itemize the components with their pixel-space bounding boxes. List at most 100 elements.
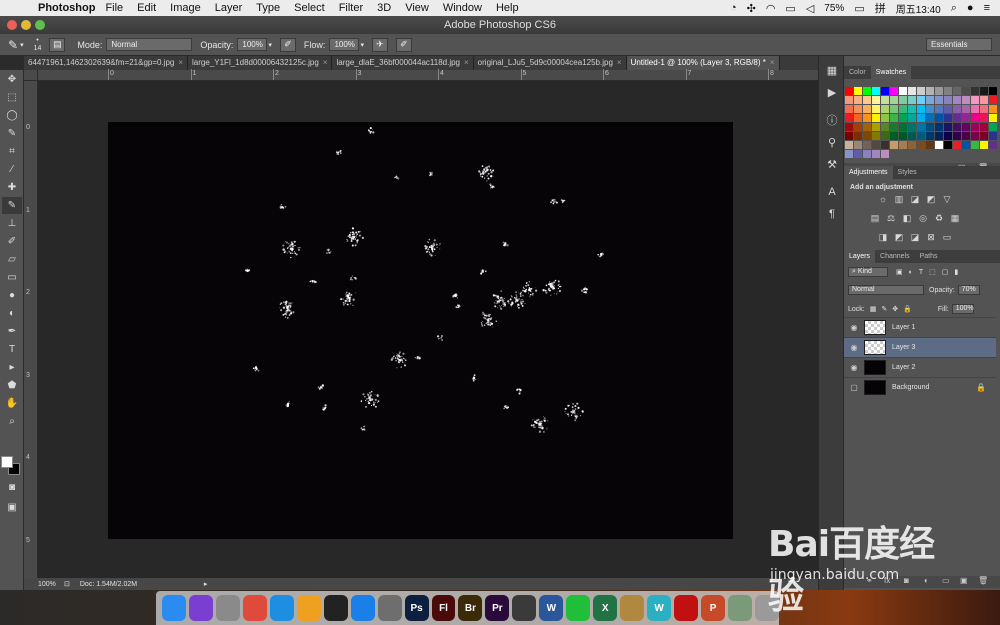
color-swatch[interactable] bbox=[845, 114, 853, 122]
filter-smart-object-icon[interactable]: ▢ bbox=[942, 268, 949, 276]
color-lookup-icon[interactable]: ▦ bbox=[949, 213, 961, 224]
color-swatch[interactable] bbox=[917, 141, 925, 149]
clone-stamp-tool-icon[interactable]: ⊥ bbox=[2, 215, 22, 232]
color-swatch[interactable] bbox=[863, 105, 871, 113]
color-swatch[interactable] bbox=[980, 123, 988, 131]
foreground-color-swatch[interactable] bbox=[1, 456, 13, 468]
trash-icon[interactable] bbox=[755, 595, 779, 621]
pressure-size-button[interactable]: ✐ bbox=[396, 38, 412, 52]
color-swatch[interactable] bbox=[881, 96, 889, 104]
filter-type-icon[interactable]: T bbox=[919, 269, 923, 276]
visibility-eye-icon[interactable]: ◉ bbox=[844, 363, 864, 372]
menu-help[interactable]: Help bbox=[496, 2, 519, 14]
color-swatch[interactable] bbox=[881, 123, 889, 131]
history-icon[interactable]: ▦ bbox=[823, 62, 841, 78]
color-swatch[interactable] bbox=[944, 114, 952, 122]
path-select-tool-icon[interactable]: ▸ bbox=[2, 359, 22, 376]
color-swatch[interactable] bbox=[962, 123, 970, 131]
color-swatch[interactable] bbox=[854, 132, 862, 140]
color-swatch[interactable] bbox=[881, 141, 889, 149]
color-swatch[interactable] bbox=[944, 105, 952, 113]
color-swatch[interactable] bbox=[971, 105, 979, 113]
color-swatch[interactable] bbox=[935, 123, 943, 131]
color-swatch[interactable] bbox=[944, 141, 952, 149]
color-swatch[interactable] bbox=[935, 105, 943, 113]
color-swatch[interactable] bbox=[845, 87, 853, 95]
close-tab-icon[interactable]: × bbox=[464, 56, 469, 70]
color-swatch[interactable] bbox=[908, 96, 916, 104]
menu-view[interactable]: View bbox=[405, 2, 429, 14]
layer-filter-kind[interactable]: ⌕ Kind bbox=[848, 267, 888, 277]
color-swatch[interactable] bbox=[854, 114, 862, 122]
menu-edit[interactable]: Edit bbox=[137, 2, 156, 14]
color-swatch[interactable] bbox=[899, 132, 907, 140]
link-layers-icon[interactable]: ⚭ bbox=[866, 576, 873, 585]
color-swatch[interactable] bbox=[971, 132, 979, 140]
color-swatch[interactable] bbox=[863, 87, 871, 95]
actions-play-icon[interactable]: ▶ bbox=[823, 84, 841, 100]
invert-icon[interactable]: ◨ bbox=[877, 232, 889, 243]
color-swatch[interactable] bbox=[899, 87, 907, 95]
threshold-icon[interactable]: ◪ bbox=[909, 232, 921, 243]
flashplayer-icon[interactable] bbox=[674, 595, 698, 621]
tool-presets-icon[interactable]: ⚒ bbox=[823, 156, 841, 172]
color-swatch[interactable] bbox=[863, 114, 871, 122]
siri-icon[interactable]: ● bbox=[967, 2, 974, 14]
fill-input[interactable]: 100% bbox=[952, 304, 974, 314]
color-swatch[interactable] bbox=[881, 87, 889, 95]
color-swatch[interactable] bbox=[926, 105, 934, 113]
filter-toggle[interactable]: ▮ bbox=[954, 268, 958, 276]
color-swatch[interactable] bbox=[962, 96, 970, 104]
minimize-window-button[interactable] bbox=[21, 20, 31, 30]
layer-row[interactable]: ◉ Layer 3 bbox=[844, 337, 996, 357]
color-swatch[interactable] bbox=[854, 123, 862, 131]
flow-input[interactable]: 100% bbox=[329, 38, 359, 51]
color-swatch[interactable] bbox=[989, 105, 997, 113]
marquee-tool-icon[interactable]: ⬚ bbox=[2, 89, 22, 106]
quicktime-icon[interactable] bbox=[512, 595, 536, 621]
menu-layer[interactable]: Layer bbox=[215, 2, 243, 14]
color-swatch[interactable] bbox=[980, 96, 988, 104]
color-swatch[interactable] bbox=[962, 114, 970, 122]
color-swatch[interactable] bbox=[872, 114, 880, 122]
color-swatch[interactable] bbox=[917, 132, 925, 140]
color-swatch[interactable] bbox=[980, 132, 988, 140]
photo-filter-icon[interactable]: ◎ bbox=[917, 213, 929, 224]
premiere-icon[interactable]: Pr bbox=[485, 595, 509, 621]
color-swatch[interactable] bbox=[989, 132, 997, 140]
color-swatch[interactable] bbox=[845, 141, 853, 149]
ruler-horizontal[interactable]: 012345678 bbox=[38, 70, 818, 81]
color-swatch[interactable] bbox=[908, 141, 916, 149]
color-swatch[interactable] bbox=[917, 123, 925, 131]
archive-icon[interactable] bbox=[620, 595, 644, 621]
delete-layer-icon[interactable]: 🗑 bbox=[978, 576, 988, 585]
color-swatch[interactable] bbox=[926, 87, 934, 95]
chrome-icon[interactable] bbox=[243, 595, 267, 621]
workspace-select[interactable]: Essentials bbox=[926, 38, 992, 51]
filter-pixel-icon[interactable]: ▣ bbox=[896, 268, 903, 276]
character-icon[interactable]: A bbox=[823, 184, 841, 200]
color-swatch[interactable] bbox=[953, 141, 961, 149]
status-menu-arrow-icon[interactable]: ▸ bbox=[204, 580, 208, 588]
word-icon[interactable]: W bbox=[539, 595, 563, 621]
visibility-eye-icon[interactable]: ◉ bbox=[844, 323, 864, 332]
new-group-icon[interactable]: ▭ bbox=[942, 576, 950, 585]
layer-opacity-input[interactable]: 70% bbox=[958, 285, 980, 295]
quick-mask-icon[interactable]: ◙ bbox=[2, 479, 22, 496]
color-swatch[interactable] bbox=[908, 132, 916, 140]
color-swatch[interactable] bbox=[872, 96, 880, 104]
color-swatch[interactable] bbox=[863, 150, 871, 158]
layer-row[interactable]: ▢ Background 🔒 bbox=[844, 377, 996, 397]
channel-mixer-icon[interactable]: ♻ bbox=[933, 213, 945, 224]
filter-shape-icon[interactable]: ⬚ bbox=[929, 268, 936, 276]
color-swatch[interactable] bbox=[944, 96, 952, 104]
brush-size-picker[interactable]: • 14 bbox=[34, 37, 42, 53]
input-method-icon[interactable]: 拼 bbox=[875, 0, 886, 16]
brush-tool-preset[interactable]: ✎ ▾ bbox=[8, 38, 24, 52]
color-swatch[interactable] bbox=[989, 96, 997, 104]
color-swatch[interactable] bbox=[935, 141, 943, 149]
brightness-contrast-icon[interactable]: ☼ bbox=[877, 194, 889, 205]
color-swatch[interactable] bbox=[881, 105, 889, 113]
tab-layers[interactable]: Layers bbox=[844, 250, 875, 263]
tab-document-active[interactable]: Untitled-1 @ 100% (Layer 3, RGB/8) * × bbox=[627, 56, 780, 70]
